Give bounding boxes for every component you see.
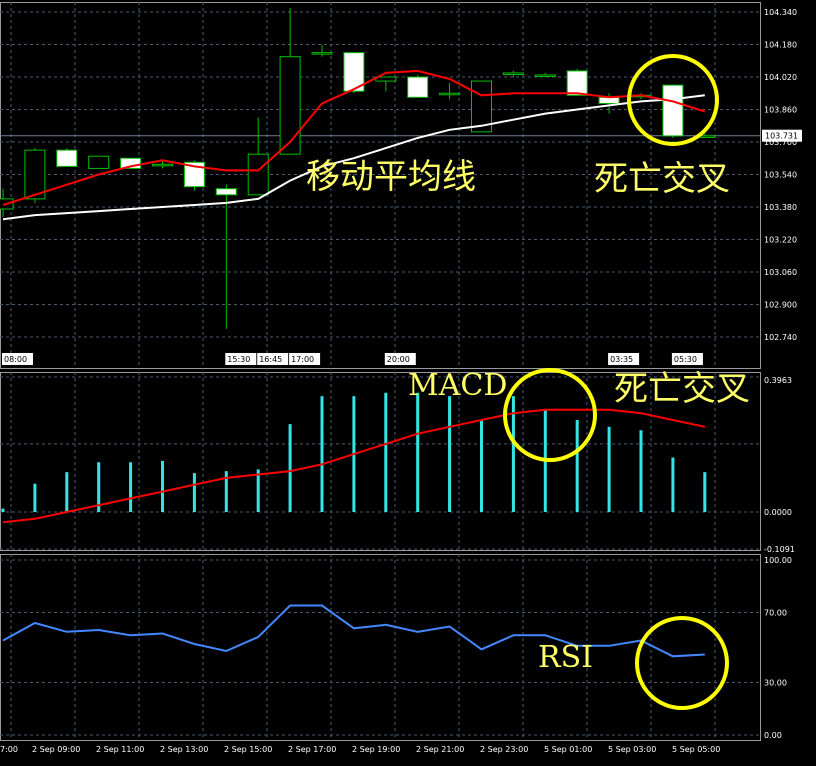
time-axis-label: 5 Sep 03:00: [608, 745, 656, 754]
candle-body: [566, 70, 588, 96]
macd-tick-label: 0.3963: [764, 376, 792, 385]
time-marker-label: 03:35: [610, 355, 633, 364]
macd-histogram-bar: [416, 392, 420, 512]
price-tick-label: 104.020: [764, 73, 797, 82]
macd-tick-label: 0.0000: [764, 508, 792, 517]
time-marker-label: 08:00: [4, 355, 27, 364]
price-tick-label: 103.220: [764, 236, 797, 245]
chart-root: 104.340 104.180 104.020 103.860 103.700 103.5…: [0, 0, 816, 762]
price-tick-label: 104.180: [764, 41, 797, 50]
time-marker-label: 16:45: [259, 355, 282, 364]
time-axis-label: 2 Sep 11:00: [96, 745, 144, 754]
macd-histogram-bar: [256, 469, 260, 512]
macd-histogram-bar: [1, 508, 5, 512]
candle-body: [375, 76, 397, 82]
candle-body: [407, 76, 429, 98]
time-marker-label: 05:30: [674, 355, 697, 364]
price-tick-label: 102.900: [764, 301, 797, 310]
macd-histogram-bar: [575, 420, 579, 512]
macd-tick-label: -0.1091: [764, 545, 795, 554]
macd-histogram-bar: [671, 457, 675, 512]
price-tick-label: 103.540: [764, 171, 797, 180]
time-axis-label: 2 Sep 15:00: [224, 745, 272, 754]
candle-body: [439, 92, 461, 96]
candle-body: [502, 72, 524, 75]
macd-histogram-bar: [703, 472, 707, 512]
time-axis-label: 2 Sep 17:00: [288, 745, 336, 754]
time-marker-label: 17:00: [291, 355, 314, 364]
candle-body: [215, 188, 237, 196]
macd-histogram-bar: [288, 424, 292, 512]
candle-body: [534, 74, 556, 77]
macd-histogram-bar: [33, 483, 37, 512]
macd-histogram-bar: [161, 460, 164, 512]
macd-annotation: MACD: [408, 368, 507, 403]
macd-histogram-bar: [320, 396, 324, 512]
time-axis-label: 2 Sep 23:00: [480, 745, 528, 754]
macd-histogram-bar: [639, 430, 643, 512]
rsi-annotation: RSI: [538, 640, 593, 675]
candle-body: [311, 52, 333, 55]
candle-body: [88, 155, 110, 169]
macd-histogram-bar: [129, 462, 133, 512]
time-marker-label: 20:00: [387, 355, 410, 364]
time-axis-label: 2 Sep 19:00: [352, 745, 400, 754]
time-axis-label: 2 Sep 21:00: [416, 745, 464, 754]
time-axis-label: 7:00: [0, 745, 18, 754]
candle-body: [247, 153, 269, 196]
price-tick-label: 104.340: [764, 8, 797, 17]
price-tick-label: 103.060: [764, 268, 797, 277]
ma-annotation: 移动平均线: [306, 157, 476, 197]
rsi-tick-label: 30.00: [764, 679, 787, 688]
price-tick-label: 102.740: [764, 333, 797, 342]
rsi-tick-label: 70.00: [764, 609, 787, 618]
time-marker-label: 15:30: [227, 355, 250, 364]
death-cross-annotation: 死亡交叉: [594, 159, 730, 199]
time-axis-label: 5 Sep 01:00: [544, 745, 592, 754]
candle-body: [662, 84, 684, 137]
rsi-tick-label: 0.00: [764, 731, 782, 740]
macd-histogram-bar: [480, 420, 483, 512]
current-price-label: 103.731: [765, 132, 798, 141]
macd-death-cross-annotation: 死亡交叉: [614, 369, 750, 409]
chart-svg: 104.340104.180104.020103.860103.700103.5…: [0, 0, 816, 762]
macd-histogram-bar: [192, 473, 196, 512]
time-axis-label: 5 Sep 05:00: [672, 745, 720, 754]
macd-histogram-bar: [607, 426, 611, 512]
candle-body: [56, 149, 78, 167]
rsi-tick-label: 100.00: [764, 556, 792, 565]
time-axis-label: 2 Sep 09:00: [32, 745, 80, 754]
time-axis-label: 2 Sep 13:00: [160, 745, 208, 754]
candle-body: [279, 56, 301, 155]
macd-histogram-bar: [384, 392, 388, 512]
price-tick-label: 103.380: [764, 203, 797, 212]
candle-body: [152, 163, 173, 167]
price-tick-label: 103.860: [764, 106, 797, 115]
macd-histogram-bar: [448, 396, 452, 512]
macd-histogram-bar: [65, 472, 69, 512]
